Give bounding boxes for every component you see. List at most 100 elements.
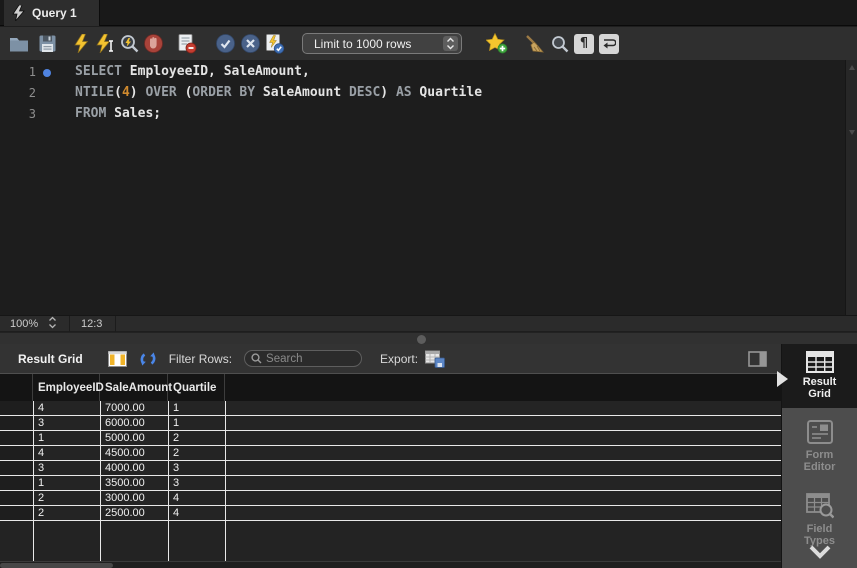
row-selector[interactable] [0,506,33,520]
explain-plan-button[interactable] [118,33,140,55]
grid-cell[interactable]: 6000.00 [100,416,168,430]
rollback-button[interactable] [239,33,261,55]
grid-cell[interactable]: 4 [33,446,100,460]
explain-magnifier-bolt-icon [120,34,139,53]
tab-title: Query 1 [32,6,77,20]
grid-horizontal-scrollbar[interactable] [0,561,781,568]
table-row[interactable]: 4 7000.00 1 [0,401,781,416]
column-header-employeeid[interactable]: EmployeeID [33,374,100,401]
grid-cell[interactable]: 4 [168,506,225,520]
grid-cell[interactable]: 2 [33,506,100,520]
zoom-stepper[interactable] [48,316,57,332]
beautify-broom-icon [525,34,545,54]
save-snippet-button[interactable] [486,33,508,55]
grid-cell[interactable]: 4000.00 [100,461,168,475]
toggle-wrap-button[interactable] [598,33,620,55]
grid-column-line [100,401,101,561]
refresh-button[interactable] [137,348,159,370]
grid-cell[interactable]: 3500.00 [100,476,168,490]
limit-rows-value: Limit to 1000 rows [314,37,443,51]
toggle-autocommit-button[interactable] [264,33,286,55]
rollback-x-icon [241,34,260,53]
limit-rows-dropdown[interactable]: Limit to 1000 rows [302,33,462,54]
table-row[interactable]: 2 2500.00 4 [0,506,781,521]
status-divider [115,316,116,332]
column-header-quartile[interactable]: Quartile [168,374,225,401]
grid-cell[interactable]: 5000.00 [100,431,168,445]
code-line: 3 FROM Sales; [0,104,844,125]
row-filler [225,401,781,415]
grid-cell[interactable]: 2500.00 [100,506,168,520]
row-filler [225,416,781,430]
word-wrap-icon [602,38,616,50]
tab-query-1[interactable]: Query 1 [4,0,100,26]
table-row[interactable]: 1 3500.00 3 [0,476,781,491]
toggle-stop-on-error-button[interactable] [176,33,198,55]
row-selector[interactable] [0,476,33,490]
grid-cell[interactable]: 4 [168,491,225,505]
chevron-down-icon [808,545,832,559]
row-filler [225,446,781,460]
column-header-saleamount[interactable]: SaleAmount [100,374,168,401]
grid-header-row: EmployeeID SaleAmount Quartile [0,373,781,401]
code-text: SELECT EmployeeID, SaleAmount, [75,64,310,79]
commit-button[interactable] [214,33,236,55]
grid-body: 4 7000.00 1 3 6000.00 1 1 5000.00 2 [0,401,781,568]
editor-vertical-scrollbar[interactable] [845,60,857,315]
sidebar-label: Field [807,523,833,535]
table-row[interactable]: 2 3000.00 4 [0,491,781,506]
execute-statement-button[interactable] [70,33,92,55]
execute-current-statement-button[interactable] [94,33,116,55]
query-toolbar: Limit to 1000 rows [0,27,857,60]
beautify-script-button[interactable] [524,33,546,55]
grid-cell[interactable]: 1 [168,416,225,430]
row-selector[interactable] [0,491,33,505]
row-selector[interactable] [0,416,33,430]
table-row[interactable]: 3 4000.00 3 [0,461,781,476]
sql-editor[interactable]: 1 SELECT EmployeeID, SaleAmount, 2 NTILE… [0,60,857,315]
export-button[interactable] [424,348,446,370]
grid-cell[interactable]: 2 [168,431,225,445]
filter-search-box[interactable] [244,350,362,367]
splitter-handle-icon [417,335,426,344]
grid-columns-button[interactable] [107,348,129,370]
find-button[interactable] [549,33,571,55]
grid-cell[interactable]: 4 [33,401,100,415]
open-script-button[interactable] [8,33,30,55]
sidebar-label: Form [806,449,834,461]
save-script-button[interactable] [36,33,58,55]
sidebar-item-form-editor[interactable]: Form Editor [782,408,857,473]
search-input[interactable] [266,353,352,365]
grid-cell[interactable]: 1 [168,401,225,415]
scrollbar-thumb[interactable] [0,563,113,568]
sidebar-collapse-button[interactable] [808,545,832,564]
table-row[interactable]: 1 5000.00 2 [0,431,781,446]
grid-cell[interactable]: 3 [168,476,225,490]
collapse-panel-arrow-icon[interactable] [777,371,788,387]
grid-cell[interactable]: 3 [168,461,225,475]
grid-cell[interactable]: 1 [33,431,100,445]
grid-cell[interactable]: 3 [33,416,100,430]
grid-cell[interactable]: 7000.00 [100,401,168,415]
stop-query-button[interactable] [142,33,164,55]
grid-columns-icon [108,351,127,367]
table-row[interactable]: 3 6000.00 1 [0,416,781,431]
grid-cell[interactable]: 2 [168,446,225,460]
row-selector[interactable] [0,461,33,475]
grid-cell[interactable]: 3 [33,461,100,475]
query-bolt-icon [12,5,25,21]
grid-cell[interactable]: 3000.00 [100,491,168,505]
sidebar-item-result-grid[interactable]: Result Grid [782,344,857,408]
sidebar-item-field-types[interactable]: Field Types [782,473,857,547]
toggle-sidebar-button[interactable] [746,348,768,370]
grid-cell[interactable]: 1 [33,476,100,490]
grid-cell[interactable]: 2 [33,491,100,505]
table-row[interactable]: 4 4500.00 2 [0,446,781,461]
row-selector[interactable] [0,401,33,415]
panel-splitter[interactable] [0,332,857,344]
row-selector[interactable] [0,446,33,460]
execute-current-bolt-cursor-icon [96,34,115,53]
row-selector[interactable] [0,431,33,445]
grid-cell[interactable]: 4500.00 [100,446,168,460]
show-invisibles-button[interactable]: ¶ [573,33,595,55]
